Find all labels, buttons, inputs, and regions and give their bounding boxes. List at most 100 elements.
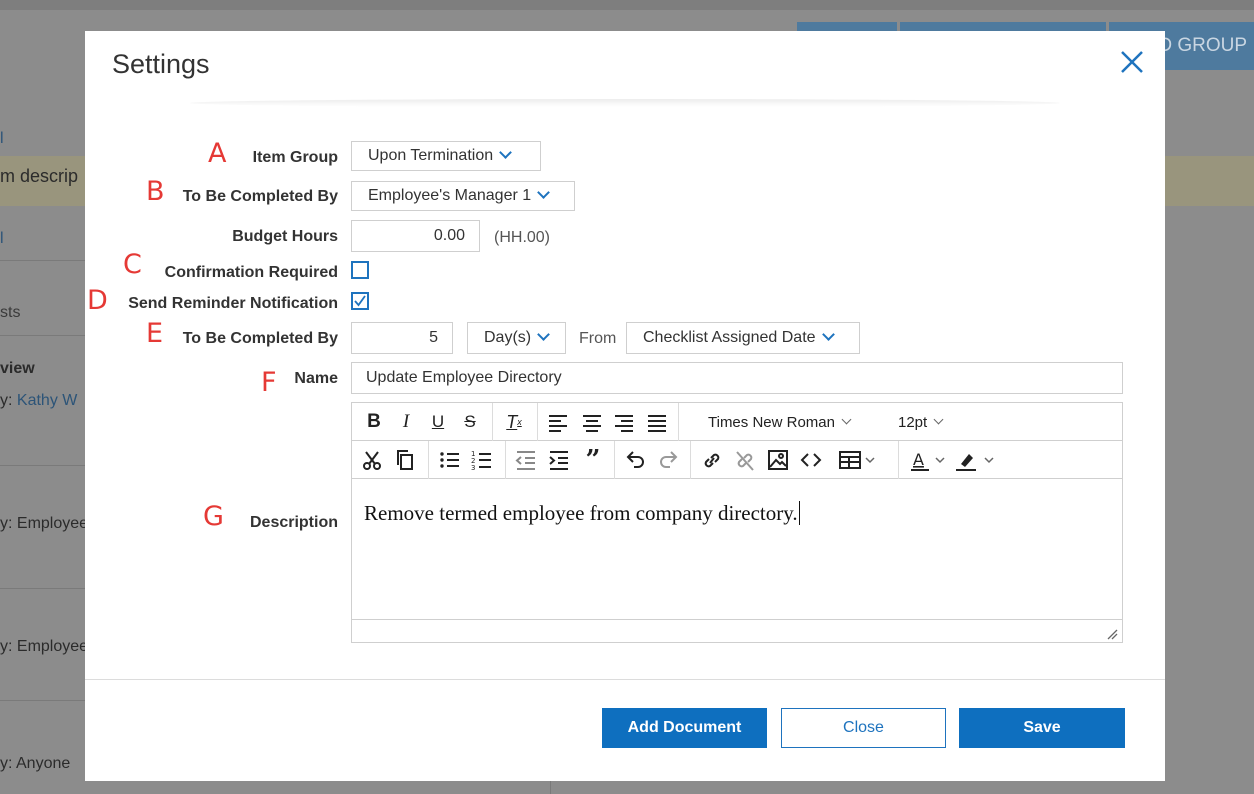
description-label: Description — [249, 514, 338, 531]
image-icon[interactable] — [766, 446, 790, 474]
background-text: y: Employee — [0, 515, 89, 532]
align-center-icon[interactable] — [580, 408, 604, 436]
budget-hours-label: Budget Hours — [232, 228, 338, 245]
chevron-down-icon — [537, 328, 550, 341]
cut-icon[interactable] — [360, 446, 384, 474]
toolbar-separator — [505, 441, 506, 479]
align-justify-icon[interactable] — [645, 408, 669, 436]
font-size-value: 12pt — [898, 413, 928, 431]
annotation-b: B — [146, 176, 165, 207]
background-text: y: Anyone — [0, 755, 71, 772]
text-cursor — [798, 501, 800, 525]
code-icon[interactable] — [799, 446, 823, 474]
align-right-icon[interactable] — [612, 408, 636, 436]
send-reminder-checkbox[interactable] — [351, 292, 369, 310]
name-input[interactable]: Update Employee Directory — [351, 362, 1123, 394]
name-label: Name — [294, 370, 338, 387]
budget-hours-input[interactable]: 0.00 — [351, 220, 480, 252]
background-assignee: y: Kathy W — [0, 392, 77, 410]
toolbar-separator — [492, 403, 493, 441]
dialog-title: Settings — [112, 49, 210, 79]
title-divider — [190, 99, 1060, 107]
save-button[interactable]: Save — [959, 708, 1125, 748]
from-label: From — [579, 330, 617, 347]
background-text: y: Employee — [0, 638, 89, 655]
annotation-g: G — [203, 501, 224, 532]
due-label: To Be Completed By — [182, 330, 338, 347]
clear-formatting-icon[interactable]: Tx — [500, 408, 528, 436]
item-group-label: Item Group — [252, 149, 338, 166]
description-content[interactable]: Remove termed employee from company dire… — [352, 481, 1122, 619]
editor-toolbar-row-1: B I U S Tx Times New Roman 12pt — [352, 403, 1122, 441]
svg-text:3: 3 — [471, 464, 475, 472]
background-divider — [0, 335, 86, 336]
undo-icon[interactable] — [623, 446, 647, 474]
completed-by-value: Employee's Manager 1 — [368, 187, 532, 204]
background-divider — [0, 588, 86, 589]
highlight-color-icon[interactable] — [953, 446, 997, 474]
toolbar-separator — [428, 441, 429, 479]
italic-icon[interactable]: I — [392, 408, 420, 436]
description-editor: B I U S Tx Times New Roman 12pt 123 ” A … — [351, 402, 1123, 643]
bold-icon[interactable]: B — [360, 408, 388, 436]
from-date-dropdown[interactable]: Checklist Assigned Date — [626, 322, 860, 354]
link-icon[interactable] — [700, 446, 724, 474]
font-size-select[interactable]: 12pt — [898, 408, 944, 436]
indent-icon[interactable] — [547, 446, 571, 474]
unlink-icon[interactable] — [733, 446, 757, 474]
outdent-icon[interactable] — [514, 446, 538, 474]
footer-divider — [85, 679, 1165, 680]
item-group-value: Upon Termination — [368, 147, 494, 164]
underline-icon[interactable]: U — [424, 408, 452, 436]
resize-handle-icon[interactable] — [1106, 628, 1118, 640]
add-document-button[interactable]: Add Document — [602, 708, 767, 748]
annotation-f: F — [261, 367, 277, 398]
due-unit-dropdown[interactable]: Day(s) — [467, 322, 566, 354]
table-icon[interactable] — [838, 446, 878, 474]
background-topbar — [0, 0, 1254, 10]
background-link: Kathy W — [16, 392, 78, 409]
close-button[interactable]: Close — [781, 708, 946, 748]
toolbar-separator — [614, 441, 615, 479]
annotation-c: C — [123, 249, 142, 280]
send-reminder-label: Send Reminder Notification — [128, 295, 338, 312]
annotation-a: A — [208, 138, 227, 169]
redo-icon[interactable] — [657, 446, 681, 474]
budget-hours-hint: (HH.00) — [494, 229, 551, 246]
annotation-e: E — [146, 318, 164, 349]
align-left-icon[interactable] — [546, 408, 570, 436]
background-text: y: — [0, 392, 13, 409]
strikethrough-icon[interactable]: S — [456, 408, 484, 436]
editor-toolbar-row-2: 123 ” A — [352, 441, 1122, 479]
background-link: l — [0, 230, 4, 247]
item-group-dropdown[interactable]: Upon Termination — [351, 141, 541, 171]
completed-by-label: To Be Completed By — [182, 188, 338, 205]
font-family-select[interactable]: Times New Roman — [708, 408, 852, 436]
editor-statusbar — [352, 619, 1122, 642]
confirmation-required-label: Confirmation Required — [164, 264, 338, 281]
toolbar-separator — [690, 441, 691, 479]
background-divider — [0, 465, 86, 466]
toolbar-separator — [678, 403, 679, 441]
blockquote-icon[interactable]: ” — [580, 445, 606, 475]
copy-icon[interactable] — [393, 446, 417, 474]
chevron-down-icon — [821, 328, 835, 341]
completed-by-dropdown[interactable]: Employee's Manager 1 — [351, 181, 575, 211]
background-text: m descrip — [0, 166, 79, 186]
confirmation-required-checkbox[interactable] — [351, 261, 369, 279]
bulleted-list-icon[interactable] — [438, 446, 462, 474]
toolbar-separator — [537, 403, 538, 441]
numbered-list-icon[interactable]: 123 — [470, 446, 494, 474]
text-color-icon[interactable]: A — [908, 446, 948, 474]
close-x-icon[interactable] — [1117, 47, 1147, 77]
font-family-value: Times New Roman — [708, 413, 835, 431]
description-text: Remove termed employee from company dire… — [364, 501, 798, 525]
due-unit-value: Day(s) — [484, 329, 532, 346]
background-link: l — [0, 130, 4, 147]
background-divider — [0, 700, 86, 701]
due-amount-input[interactable]: 5 — [351, 322, 453, 354]
settings-dialog: Settings A B C D E F G Item Group Upon T… — [85, 31, 1165, 781]
svg-text:A: A — [913, 450, 924, 469]
chevron-down-icon — [537, 186, 551, 199]
chevron-down-icon — [499, 146, 512, 159]
